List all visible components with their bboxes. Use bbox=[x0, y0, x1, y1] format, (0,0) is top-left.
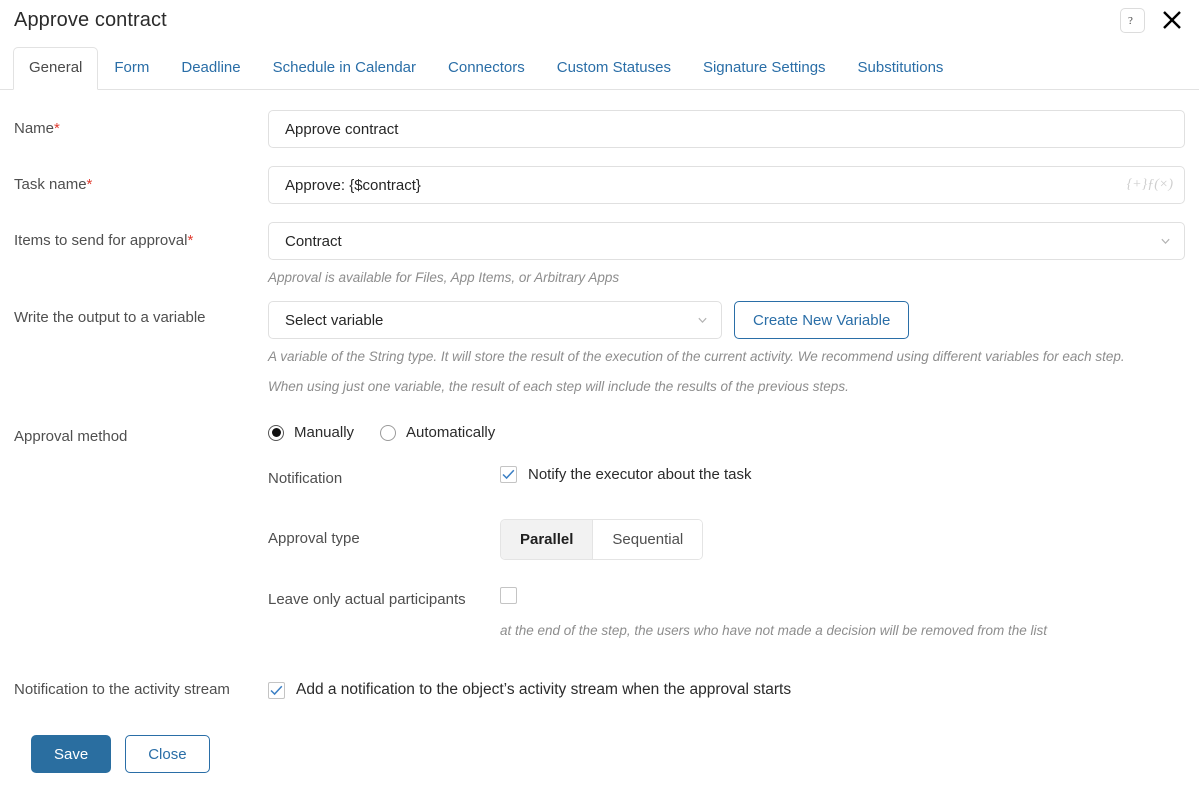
sub-row-notification: Notification Notify the executor about t… bbox=[268, 466, 1185, 490]
sub-row-approval-type: Approval type Parallel Sequential bbox=[268, 519, 1185, 560]
approval-type-sequential-button[interactable]: Sequential bbox=[593, 520, 703, 559]
radio-manually-label: Manually bbox=[294, 424, 355, 441]
task-name-input[interactable] bbox=[268, 166, 1185, 204]
radio-automatically[interactable]: Automatically bbox=[380, 424, 495, 441]
approval-type-field: Parallel Sequential bbox=[500, 519, 1185, 560]
general-tab-panel: Name* Task name* {+}ƒ(×) Items to send f… bbox=[0, 90, 1199, 701]
output-variable-select[interactable]: Select variable bbox=[268, 301, 722, 339]
dialog-footer: Save Close bbox=[0, 735, 210, 773]
field-row-approval-method: Approval method Manually Automatically N… bbox=[0, 420, 1199, 642]
items-to-send-field-wrap: Contract Approval is available for Files… bbox=[268, 222, 1185, 289]
chevron-down-icon bbox=[698, 317, 707, 323]
notify-executor-label: Notify the executor about the task bbox=[528, 466, 752, 483]
notification-label: Notification bbox=[268, 470, 343, 487]
task-name-label-text: Task name bbox=[14, 176, 87, 193]
help-icon[interactable]: ? bbox=[1120, 7, 1145, 33]
name-label-text: Name bbox=[14, 120, 55, 137]
items-to-send-required-mark: * bbox=[187, 232, 194, 249]
checkmark-icon bbox=[502, 469, 515, 480]
tab-schedule-in-calendar[interactable]: Schedule in Calendar bbox=[257, 47, 432, 90]
items-to-send-select[interactable]: Contract bbox=[268, 222, 1185, 260]
insert-variable-icon[interactable]: {+}ƒ(×) bbox=[1127, 177, 1173, 193]
items-to-send-value: Contract bbox=[285, 232, 342, 250]
tab-list: General Form Deadline Schedule in Calend… bbox=[13, 46, 1199, 90]
approval-method-field-wrap: Manually Automatically Notification Noti… bbox=[268, 420, 1185, 642]
leave-actual-participants-field: at the end of the step, the users who ha… bbox=[500, 587, 1185, 642]
tab-deadline[interactable]: Deadline bbox=[165, 47, 256, 90]
task-name-field-wrap: {+}ƒ(×) bbox=[268, 166, 1185, 204]
name-required-mark: * bbox=[54, 120, 60, 137]
radio-manually[interactable]: Manually bbox=[268, 424, 354, 441]
notify-executor-checkbox[interactable] bbox=[500, 466, 517, 483]
field-row-output-variable: Write the output to a variable Select va… bbox=[0, 301, 1199, 398]
activity-stream-checkbox[interactable] bbox=[268, 681, 285, 699]
output-variable-value: Select variable bbox=[285, 311, 384, 329]
tab-bar: General Form Deadline Schedule in Calend… bbox=[0, 46, 1199, 90]
tab-general[interactable]: General bbox=[13, 47, 99, 90]
field-row-items-to-send: Items to send for approval* Contract App… bbox=[0, 222, 1199, 289]
activity-stream-checkbox-label: Add a notification to the object’s activ… bbox=[296, 681, 792, 698]
chevron-down-icon bbox=[1161, 238, 1170, 244]
close-glyph bbox=[1163, 11, 1181, 29]
radio-manually-control[interactable] bbox=[268, 424, 284, 441]
field-row-name: Name* bbox=[0, 110, 1199, 148]
activity-stream-field-wrap: Add a notification to the object’s activ… bbox=[268, 678, 1185, 699]
tab-substitutions[interactable]: Substitutions bbox=[842, 47, 960, 90]
approval-type-label: Approval type bbox=[268, 530, 360, 547]
tab-custom-statuses[interactable]: Custom Statuses bbox=[541, 47, 687, 90]
tab-form[interactable]: Form bbox=[98, 47, 165, 90]
dialog-header: Approve contract ? bbox=[0, 0, 1199, 46]
items-to-send-label-text: Items to send for approval bbox=[14, 232, 188, 249]
field-row-activity-stream: Notification to the activity stream Add … bbox=[0, 678, 1199, 701]
name-input[interactable] bbox=[268, 110, 1185, 148]
tab-connectors[interactable]: Connectors bbox=[432, 47, 541, 90]
save-button[interactable]: Save bbox=[31, 735, 112, 773]
items-to-send-label: Items to send for approval* bbox=[14, 222, 268, 252]
close-button[interactable]: Close bbox=[125, 735, 210, 773]
approval-type-parallel-button[interactable]: Parallel bbox=[501, 520, 594, 559]
radio-automatically-control[interactable] bbox=[380, 424, 397, 441]
task-name-label: Task name* bbox=[14, 166, 268, 196]
output-variable-hint-line-2: When using just one variable, the result… bbox=[268, 379, 849, 394]
notification-field: Notify the executor about the task bbox=[500, 466, 1185, 483]
header-actions: ? bbox=[1120, 7, 1185, 33]
task-name-required-mark: * bbox=[86, 176, 93, 193]
sub-row-leave-actual-participants: Leave only actual participants at the en… bbox=[268, 587, 1185, 642]
items-to-send-hint: Approval is available for Files, App Ite… bbox=[268, 270, 620, 285]
question-mark-glyph: ? bbox=[1128, 15, 1133, 27]
activity-stream-label: Notification to the activity stream bbox=[14, 681, 230, 698]
leave-actual-participants-label: Leave only actual participants bbox=[268, 591, 466, 608]
notify-executor-checkbox-row[interactable]: Notify the executor about the task bbox=[500, 466, 1185, 483]
field-row-task-name: Task name* {+}ƒ(×) bbox=[0, 166, 1199, 204]
create-new-variable-button[interactable]: Create New Variable bbox=[734, 301, 910, 339]
activity-stream-checkbox-row[interactable]: Add a notification to the object’s activ… bbox=[268, 678, 1185, 699]
close-icon[interactable] bbox=[1159, 7, 1185, 33]
leave-actual-participants-hint: at the end of the step, the users who ha… bbox=[500, 623, 1048, 638]
approval-type-toggle-group: Parallel Sequential bbox=[500, 519, 704, 560]
approval-method-label: Approval method bbox=[14, 428, 128, 445]
approval-method-radio-group: Manually Automatically bbox=[268, 420, 1185, 441]
radio-automatically-label: Automatically bbox=[406, 424, 496, 441]
output-variable-controls: Select variable Create New Variable bbox=[268, 301, 1185, 339]
tab-signature-settings[interactable]: Signature Settings bbox=[687, 47, 842, 90]
checkmark-icon bbox=[270, 685, 283, 695]
name-label: Name* bbox=[14, 110, 268, 140]
output-variable-label: Write the output to a variable bbox=[14, 309, 206, 326]
leave-actual-participants-checkbox[interactable] bbox=[500, 587, 517, 604]
output-variable-field-wrap: Select variable Create New Variable A va… bbox=[268, 301, 1185, 398]
page-title: Approve contract bbox=[14, 9, 167, 31]
name-field-wrap bbox=[268, 110, 1185, 148]
output-variable-hint-line-1: A variable of the String type. It will s… bbox=[268, 349, 1125, 364]
svg-text:?: ? bbox=[1128, 15, 1133, 27]
